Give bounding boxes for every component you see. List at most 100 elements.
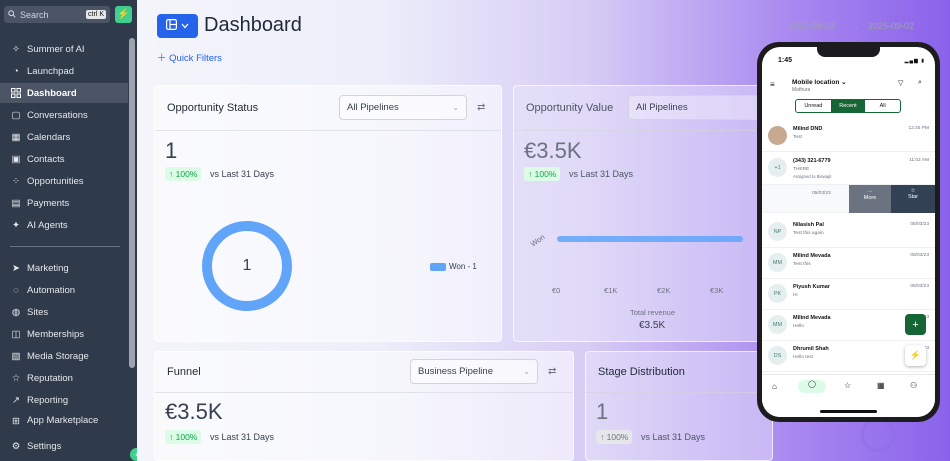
- sidebar-item-payments[interactable]: ▤ Payments: [0, 193, 128, 213]
- conversation-row[interactable]: PK Piyush Kumar Hi 05/03/23: [762, 279, 935, 310]
- reporting-icon: ↗: [12, 394, 20, 406]
- card-title: Stage Distribution: [598, 366, 685, 378]
- sidebar-item-label: Payments: [27, 197, 70, 209]
- sidebar-item-label: Dashboard: [27, 87, 77, 99]
- metric-value: €3.5K: [524, 138, 582, 163]
- date-start[interactable]: 2025-08-03: [789, 21, 835, 31]
- sidebar-item-label: Settings: [27, 440, 62, 452]
- sidebar-item-settings[interactable]: ⚙ Settings: [0, 436, 128, 456]
- sidebar-item-summer-of-ai[interactable]: ✧ Summer of AI: [0, 39, 128, 59]
- change-value: 100%: [175, 169, 198, 179]
- swiped-conversation-row[interactable]: 05/03/23 ··· More ☆ Star: [762, 185, 935, 213]
- message-preview: THERE: [793, 167, 810, 172]
- avatar: [768, 126, 787, 145]
- quick-action-button[interactable]: ⚡: [905, 345, 926, 366]
- conversation-row[interactable]: +1 (343) 321-6779 THERE Assigned to Bisw…: [762, 153, 935, 185]
- location-title[interactable]: Mobile location ⌄: [792, 78, 847, 86]
- metric-value: €3.5K: [165, 399, 223, 424]
- comparison-label: vs Last 31 Days: [569, 169, 634, 179]
- contacts-nav-icon[interactable]: ⚇: [910, 381, 917, 390]
- conversation-row[interactable]: Milind DND Test 12:45 PM: [762, 121, 935, 152]
- message-preview: Hello test: [793, 355, 813, 360]
- sidebar-item-contacts[interactable]: ▣ Contacts: [0, 149, 128, 169]
- search-icon[interactable]: ⌕: [918, 79, 922, 87]
- home-indicator: [820, 410, 877, 413]
- sidebar-item-ai-agents[interactable]: ✦ AI Agents: [0, 215, 128, 235]
- swipe-more-button[interactable]: ··· More: [849, 185, 891, 213]
- sidebar-item-reporting[interactable]: ↗ Reporting: [0, 390, 128, 410]
- card-divider: [586, 392, 772, 393]
- card-title: Opportunity Value: [526, 102, 614, 114]
- sidebar-item-marketing[interactable]: ➤ Marketing: [0, 258, 128, 278]
- sidebar-item-label: Conversations: [27, 109, 88, 121]
- date-end[interactable]: 2025-09-02: [868, 21, 914, 31]
- quick-filters-button[interactable]: ＋ Quick Filters: [157, 50, 222, 64]
- select-value: Business Pipeline: [418, 366, 493, 377]
- sidebar-item-label: Media Storage: [27, 350, 89, 362]
- pipeline-select[interactable]: All Pipelines: [628, 95, 768, 120]
- automation-icon: ◌: [13, 284, 19, 296]
- tab-all[interactable]: All: [865, 100, 900, 112]
- change-value: 100%: [606, 432, 629, 442]
- card-divider: [155, 130, 501, 131]
- sidebar-item-memberships[interactable]: ◫ Memberships: [0, 324, 128, 344]
- message-time: 05/03/23: [910, 222, 929, 227]
- quick-filters-label: Quick Filters: [169, 53, 222, 64]
- avatar: MM: [768, 315, 787, 334]
- star-icon: ☆: [11, 372, 21, 384]
- search-placeholder: Search: [20, 9, 49, 20]
- page-title: Dashboard: [204, 14, 302, 36]
- plus-icon: +: [912, 318, 919, 331]
- axis-tick: €2K: [657, 286, 671, 295]
- sidebar-item-dashboard[interactable]: Dashboard: [0, 83, 128, 103]
- filter-icon[interactable]: ⇄: [477, 102, 485, 113]
- arrow-up-icon: ↑: [600, 432, 607, 442]
- card-divider: [155, 392, 573, 393]
- new-conversation-button[interactable]: +: [905, 314, 926, 335]
- sidebar-scrollbar[interactable]: [129, 38, 135, 368]
- swipe-star-button[interactable]: ☆ Star: [891, 185, 935, 213]
- sidebar-item-media-storage[interactable]: ▧ Media Storage: [0, 346, 128, 366]
- quick-action-button[interactable]: ⚡: [115, 6, 132, 23]
- sidebar-item-opportunities[interactable]: ⁘ Opportunities: [0, 171, 128, 191]
- conversation-row[interactable]: NP Nilasish Pal Test this again 05/03/23: [762, 217, 935, 248]
- filter-funnel-icon[interactable]: ▽: [898, 79, 903, 87]
- home-icon[interactable]: ⌂: [772, 382, 777, 391]
- pipeline-select[interactable]: Business Pipeline ⌄: [410, 359, 538, 384]
- conversations-nav-icon[interactable]: ◯: [798, 380, 826, 393]
- sidebar-item-launchpad[interactable]: ◔ Launchpad: [0, 61, 128, 81]
- chevron-down-icon: ⌄: [452, 103, 459, 112]
- sidebar-item-calendars[interactable]: ▦ Calendars: [0, 127, 128, 147]
- change-value: 100%: [534, 169, 557, 179]
- assignment-note: Assigned to Biswajit: [793, 174, 832, 179]
- sidebar-item-label: App Marketplace: [27, 415, 99, 426]
- calendar-nav-icon[interactable]: ▦: [877, 381, 885, 390]
- sidebar-item-label: AI Agents: [27, 219, 68, 231]
- pipeline-select[interactable]: All Pipelines ⌄: [339, 95, 467, 120]
- filter-icon[interactable]: ⇄: [548, 366, 556, 377]
- tab-unread[interactable]: Unread: [796, 100, 831, 112]
- tab-recent[interactable]: Recent: [830, 100, 866, 112]
- sidebar-item-label: Automation: [27, 284, 76, 296]
- contact-name: Nilasish Pal: [793, 222, 824, 228]
- chevron-down-icon: [181, 20, 189, 32]
- dashboard-switcher-button[interactable]: [157, 14, 198, 38]
- sidebar-item-automation[interactable]: ◌ Automation: [0, 280, 128, 300]
- sidebar-item-conversations[interactable]: ▢ Conversations: [0, 105, 128, 125]
- sidebar-item-sites[interactable]: ◍ Sites: [0, 302, 128, 322]
- search-input[interactable]: Search ctrl K: [4, 6, 110, 23]
- star-nav-icon[interactable]: ☆: [844, 381, 851, 390]
- opportunity-value-card: Opportunity Value All Pipelines €3.5K ↑ …: [513, 85, 773, 342]
- sidebar-item-app-marketplace[interactable]: ⊞ App Marketplace: [0, 412, 128, 426]
- donut-center-value: 1: [242, 257, 252, 274]
- status-icons: ▂▄▆ ▮: [904, 58, 925, 64]
- menu-icon[interactable]: ≡: [770, 80, 775, 89]
- change-badge: ↑ 100%: [596, 430, 633, 444]
- comparison-label: vs Last 31 Days: [210, 432, 275, 442]
- sidebar-item-reputation[interactable]: ☆ Reputation: [0, 368, 128, 388]
- message-time: 11:02 AM: [909, 158, 929, 163]
- change-badge: ↑ 100%: [165, 430, 202, 444]
- media-icon: ▧: [11, 350, 21, 362]
- contact-name: Piyush Kumar: [793, 284, 830, 290]
- conversation-row[interactable]: MM Milind Mevada Test this 05/03/23: [762, 248, 935, 279]
